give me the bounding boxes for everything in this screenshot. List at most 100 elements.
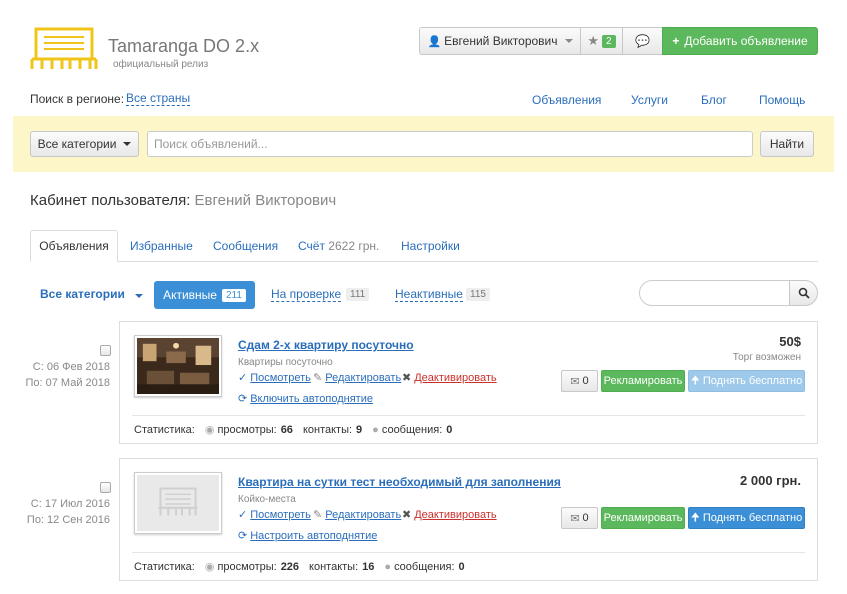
site-logo[interactable] [30, 25, 98, 71]
user-name: Евгений Викторович [444, 34, 558, 48]
page-title: Кабинет пользователя: Евгений Викторович [30, 192, 336, 209]
close-icon: ✖ [402, 372, 412, 384]
filter-inactive-count: 115 [466, 288, 490, 301]
listing-thumbnail[interactable] [134, 472, 222, 534]
messages-button[interactable]: 💬 [622, 27, 663, 55]
search-icon [798, 287, 810, 299]
listings-search-input[interactable] [639, 280, 790, 306]
region-select-link[interactable]: Все страны [126, 92, 191, 106]
nav-item-help[interactable]: Помощь [759, 93, 805, 107]
category-dropdown-label: Все категории [37, 137, 117, 151]
listing-deactivate-link[interactable]: ✖ Деактивировать [402, 508, 497, 522]
listing-checkbox[interactable] [100, 345, 111, 356]
filter-category-dropdown[interactable]: Все категории [40, 287, 144, 301]
star-icon: ★ [587, 33, 600, 48]
listing-date-till: По: 12 Сен 2016 [26, 514, 110, 526]
listing-category: Койко-места [238, 494, 296, 505]
stats-label: Статистика: [134, 560, 195, 573]
listing-raise-button[interactable]: 🠉 Поднять бесплатно [688, 370, 805, 392]
tab-messages[interactable]: Сообщения [213, 239, 278, 253]
listing-promote-button[interactable]: Рекламировать [601, 507, 685, 529]
page-title-label: Кабинет пользователя: [30, 192, 191, 209]
search-submit-button[interactable]: Найти [760, 131, 814, 157]
arrow-up-icon: 🠉 [690, 374, 700, 387]
listing-messages-button[interactable]: ✉ 0 [561, 370, 598, 392]
category-dropdown-button[interactable]: Все категории [30, 131, 139, 157]
listing-date-from: С: 17 Июл 2016 [30, 498, 110, 510]
site-title: Tamaranga DO 2.x [108, 36, 260, 56]
listing-date-from: С: 06 Фев 2018 [32, 361, 110, 373]
listing-title-link[interactable]: Сдам 2-х квартиру посуточно [238, 338, 414, 352]
stats-contacts: контакты: 16 [309, 560, 375, 573]
listing-edit-link[interactable]: ✎ Редактировать [313, 508, 401, 522]
add-listing-button[interactable]: + Добавить объявление [662, 27, 818, 55]
tab-account-value: 2622 грн. [328, 239, 380, 253]
page-title-user: Евгений Викторович [194, 192, 337, 209]
close-icon: ✖ [402, 509, 412, 521]
chevron-down-icon [564, 39, 573, 43]
user-icon: 👤 [427, 35, 442, 48]
listing-stats: Статистика: ◉ просмотры: 66 контакты: 9 ● … [134, 423, 462, 437]
site-subtitle: официальный релиз [113, 59, 209, 70]
user-menu-button[interactable]: 👤 Евгений Викторович [419, 27, 581, 55]
listing-checkbox[interactable] [100, 482, 111, 493]
region-label: Поиск в регионе: [30, 92, 125, 106]
listing-title-link[interactable]: Квартира на сутки тест необходимый для з… [238, 475, 561, 489]
stats-views: ◉ просмотры: 226 [204, 560, 300, 574]
listing-card: Квартира на сутки тест необходимый для з… [119, 458, 818, 581]
tab-favorites[interactable]: Избранные [130, 239, 193, 253]
add-listing-label: Добавить объявление [684, 34, 808, 48]
filter-active-count: 211 [221, 288, 246, 302]
nav-item-services[interactable]: Услуги [631, 93, 668, 107]
chat-icon: ● [372, 423, 379, 436]
favorites-button[interactable]: ★ 2 [580, 27, 623, 55]
nav-item-blog[interactable]: Блог [701, 93, 727, 107]
listing-price-note: Торг возможен [732, 352, 801, 363]
stats-divider [132, 415, 805, 416]
listing-price: 2 000 грн. [740, 473, 801, 488]
listing-price: 50$ [779, 334, 801, 349]
listing-view-link[interactable]: ✓ Посмотреть [238, 508, 311, 522]
tab-settings[interactable]: Настройки [401, 239, 460, 253]
stats-label: Статистика: [134, 423, 195, 436]
listing-autoup-link[interactable]: ⟳ Настроить автоподнятие [238, 529, 377, 543]
listing-thumbnail[interactable] [134, 335, 222, 397]
filter-category-label: Все категории [40, 287, 125, 301]
filter-active-label: Активные [163, 288, 217, 302]
listing-autoup-link[interactable]: ⟳ Включить автоподнятие [238, 392, 373, 406]
listings-search-button[interactable] [789, 280, 818, 306]
listing-stats: Статистика: ◉ просмотры: 226 контакты: 16 … [134, 560, 475, 574]
tabs-divider [30, 261, 818, 262]
filter-inactive-link[interactable]: Неактивные [395, 288, 463, 302]
listing-date-till: По: 07 Май 2018 [25, 377, 110, 389]
chevron-down-icon [123, 142, 132, 146]
listing-promote-button[interactable]: Рекламировать [601, 370, 685, 392]
listing-edit-link[interactable]: ✎ Редактировать [313, 371, 401, 385]
listing-deactivate-link[interactable]: ✖ Деактивировать [402, 371, 497, 385]
check-icon: ✓ [238, 509, 248, 521]
tab-account-label: Счёт [298, 239, 325, 253]
tab-ads[interactable]: Объявления [30, 230, 118, 262]
tab-account[interactable]: Счёт 2622 грн. [298, 239, 379, 253]
listing-view-link[interactable]: ✓ Посмотреть [238, 371, 311, 385]
eye-icon: ◉ [204, 561, 215, 573]
filter-review-link[interactable]: На проверке [271, 288, 342, 302]
listing-raise-button[interactable]: 🠉 Поднять бесплатно [688, 507, 805, 529]
edit-icon: ✎ [313, 509, 323, 521]
listing-messages-button[interactable]: ✉ 0 [561, 507, 598, 529]
filter-active-button[interactable]: Активные 211 [154, 281, 255, 309]
nav-item-listings[interactable]: Объявления [532, 93, 601, 107]
arrow-up-icon: 🠉 [690, 511, 700, 524]
stats-contacts: контакты: 9 [302, 423, 363, 436]
stats-divider [132, 552, 805, 553]
refresh-icon: ⟳ [238, 393, 248, 405]
listing-dates: С: 17 Июл 2016 По: 12 Сен 2016 [20, 496, 110, 528]
chat-icon: 💬 [635, 34, 650, 48]
eye-icon: ◉ [204, 424, 215, 436]
stats-views: ◉ просмотры: 66 [204, 423, 293, 437]
listing-category: Квартиры посуточно [238, 357, 333, 368]
refresh-icon: ⟳ [238, 530, 248, 542]
room-photo [137, 338, 219, 394]
search-input[interactable] [147, 131, 753, 157]
envelope-icon: ✉ [570, 512, 580, 525]
